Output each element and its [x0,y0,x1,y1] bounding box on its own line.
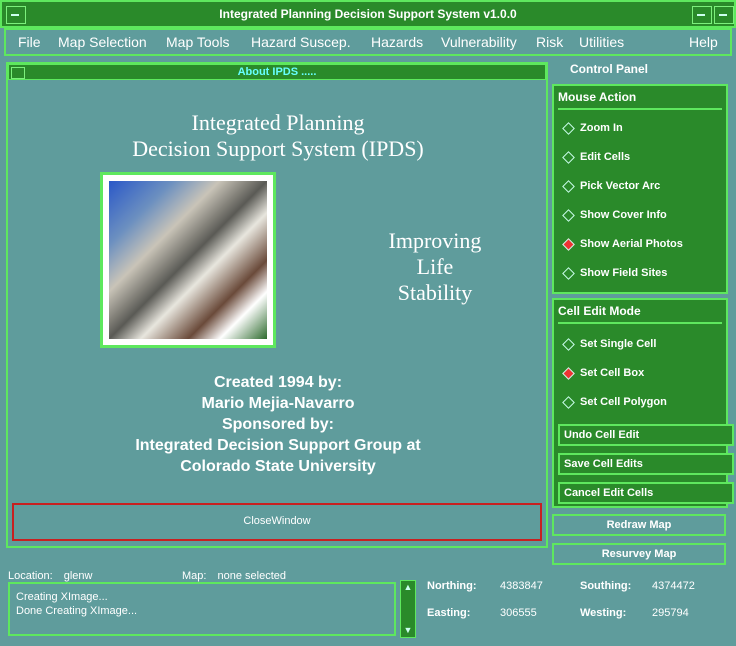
slogan-line3: Stability [397,280,473,305]
slogan-line1: Improving [388,228,482,253]
message-scrollbar[interactable]: ▲ ▼ [400,580,416,638]
menu-utilities[interactable]: Utilities [579,34,624,50]
resurvey-map-button[interactable]: Resurvey Map [552,543,726,565]
cell-edit-group: Cell Edit Mode Set Single Cell Set Cell … [552,298,734,508]
southing-value: 4374472 [652,580,695,592]
credit-line1: Created 1994 by: [213,374,343,391]
northing-label: Northing: [427,580,477,592]
message-line: Done Creating XImage... [16,605,138,617]
radio-diamond-icon [562,395,575,409]
scroll-down-icon[interactable]: ▼ [403,625,413,635]
window-title: Integrated Planning Decision Support Sys… [219,7,517,21]
radio-diamond-selected-icon [562,237,575,251]
menu-hazards[interactable]: Hazards [371,34,423,50]
radio-set-cell-box[interactable]: Set Cell Box [562,366,644,383]
credit-line4: Integrated Decision Support Group at [135,437,421,454]
easting-label: Easting: [427,607,471,619]
radio-diamond-icon [562,150,575,164]
location-label: Location: [8,570,53,582]
northing-value: 4383847 [500,580,543,592]
credit-line2: Mario Mejia-Navarro [201,395,355,412]
radio-show-field-sites[interactable]: Show Field Sites [562,266,667,283]
southing-label: Southing: [580,580,632,592]
easting-value: 306555 [500,607,537,619]
radio-set-single-cell[interactable]: Set Single Cell [562,337,656,354]
radio-diamond-icon [562,337,575,351]
menu-map-selection[interactable]: Map Selection [58,34,147,50]
minimize-icon[interactable] [692,6,712,24]
aerial-photo [100,172,276,348]
close-window-button[interactable]: CloseWindow [12,503,542,541]
radio-diamond-icon [562,179,575,193]
mouse-action-group: Mouse Action Zoom In Edit Cells Pick Vec… [552,84,728,294]
message-line: Creating XImage... [16,591,108,603]
location-value: glenw [63,570,93,582]
radio-zoom-in[interactable]: Zoom In [562,121,623,138]
map-label: Map: [182,570,207,582]
credit-line3: Sponsored by: [221,416,334,433]
about-dialog-title: About IPDS ..... [237,66,317,78]
menu-vulnerability[interactable]: Vulnerability [441,34,517,50]
maximize-icon[interactable] [714,6,734,24]
map-value: none selected [217,570,287,582]
about-dialog-titlebar[interactable]: About IPDS ..... [8,64,546,80]
credits: Created 1994 by: Mario Mejia-Navarro Spo… [10,372,546,477]
heading-line1: Integrated Planning [191,110,365,135]
radio-diamond-icon [562,208,575,222]
scroll-up-icon[interactable]: ▲ [403,582,413,592]
map-status: Map: none selected [182,570,286,582]
menu-map-tools[interactable]: Map Tools [166,34,230,50]
menu-hazard-suscep[interactable]: Hazard Suscep. [251,34,351,50]
radio-set-cell-polygon[interactable]: Set Cell Polygon [562,395,667,412]
slogan: Improving Life Stability [340,228,530,306]
cell-edit-label: Cell Edit Mode [558,304,641,318]
menu-risk[interactable]: Risk [536,34,563,50]
save-cell-edits-button[interactable]: Save Cell Edits [558,453,734,475]
menu-bar: File Map Selection Map Tools Hazard Susc… [4,28,732,56]
menu-help[interactable]: Help [689,34,718,50]
radio-show-cover-info[interactable]: Show Cover Info [562,208,667,225]
control-panel-title: Control Panel [570,62,649,76]
redraw-map-button[interactable]: Redraw Map [552,514,726,536]
radio-diamond-icon [562,121,575,135]
menu-file[interactable]: File [18,34,41,50]
radio-diamond-selected-icon [562,366,575,380]
radio-edit-cells[interactable]: Edit Cells [562,150,630,167]
heading-line2: Decision Support System (IPDS) [132,136,424,161]
cancel-edit-cells-button[interactable]: Cancel Edit Cells [558,482,734,504]
undo-cell-edit-button[interactable]: Undo Cell Edit [558,424,734,446]
close-window-label: CloseWindow [243,515,311,527]
radio-pick-vector-arc[interactable]: Pick Vector Arc [562,179,660,196]
westing-label: Westing: [580,607,627,619]
message-log[interactable]: Creating XImage... Done Creating XImage.… [8,582,396,636]
westing-value: 295794 [652,607,689,619]
radio-diamond-icon [562,266,575,280]
radio-show-aerial-photos[interactable]: Show Aerial Photos [562,237,683,254]
slogan-line2: Life [416,254,454,279]
location-status: Location: glenw [8,570,92,582]
mouse-action-label: Mouse Action [558,90,637,104]
credit-line5: Colorado State University [180,458,376,475]
about-heading: Integrated Planning Decision Support Sys… [10,110,546,162]
title-bar[interactable]: Integrated Planning Decision Support Sys… [0,0,736,28]
